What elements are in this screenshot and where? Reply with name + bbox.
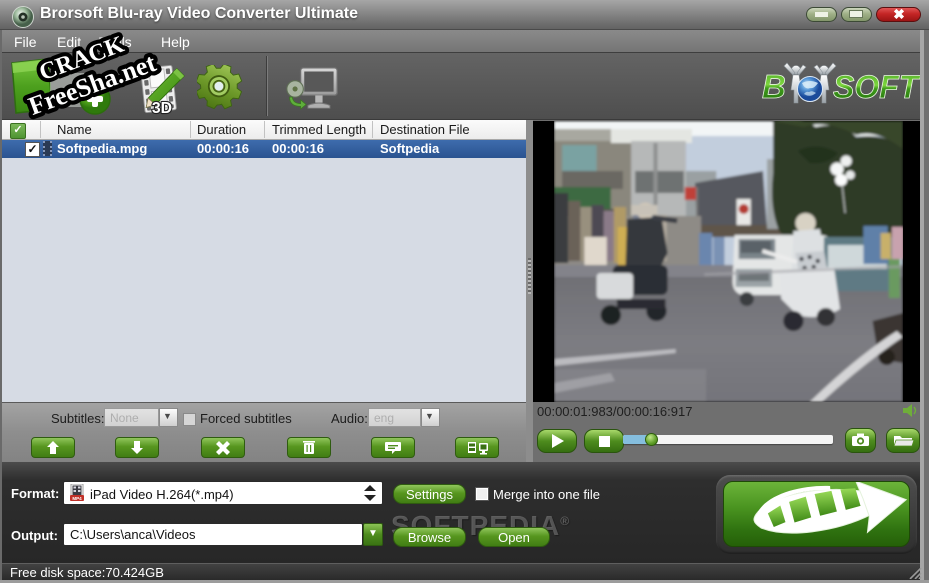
svg-text:SOFT: SOFT bbox=[833, 69, 921, 105]
svg-text:B: B bbox=[762, 68, 786, 105]
svg-text:MP4: MP4 bbox=[72, 496, 82, 501]
